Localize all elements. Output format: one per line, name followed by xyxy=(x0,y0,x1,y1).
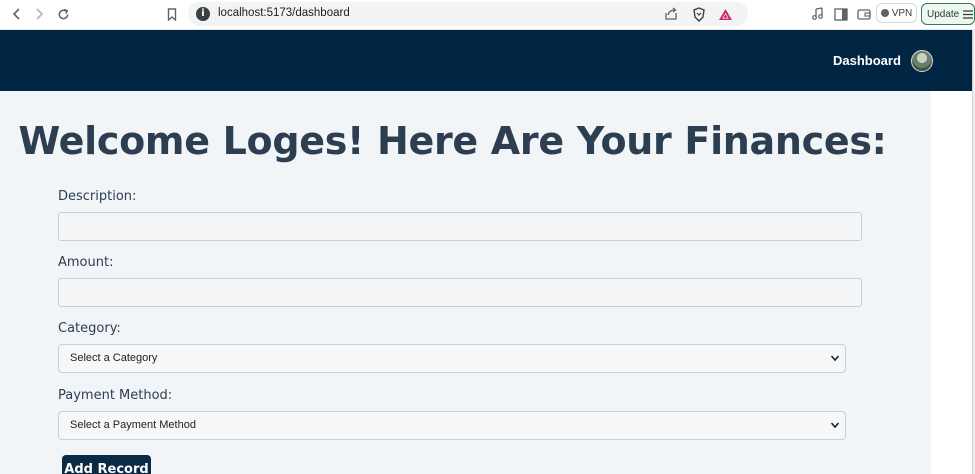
category-selected-value: Select a Category xyxy=(70,352,158,364)
back-icon[interactable] xyxy=(7,5,27,23)
forward-icon[interactable] xyxy=(29,5,49,23)
add-record-button[interactable]: Add Record xyxy=(62,455,151,474)
media-icon[interactable] xyxy=(810,6,826,22)
page-title: Welcome Loges! Here Are Your Finances: xyxy=(18,119,887,163)
category-select[interactable]: Select a Category xyxy=(58,344,846,373)
update-button[interactable]: Update xyxy=(921,3,975,25)
dashboard-link[interactable]: Dashboard xyxy=(833,53,901,68)
chevron-down-icon xyxy=(830,355,840,362)
description-label: Description: xyxy=(58,189,137,204)
browser-toolbar: i localhost:5173/dashboard VPN Update xyxy=(0,0,975,30)
bookmark-icon[interactable] xyxy=(162,5,182,23)
chevron-down-icon xyxy=(830,422,840,429)
avatar[interactable] xyxy=(911,50,933,72)
reload-icon[interactable] xyxy=(53,5,73,23)
payment-selected-value: Select a Payment Method xyxy=(70,419,196,431)
menu-icon xyxy=(963,9,974,19)
payment-method-label: Payment Method: xyxy=(58,388,173,403)
dashboard-main: Welcome Loges! Here Are Your Finances: D… xyxy=(0,91,931,474)
wallet-icon[interactable] xyxy=(856,6,872,22)
amount-input[interactable] xyxy=(58,278,862,307)
category-label: Category: xyxy=(58,321,121,336)
description-input[interactable] xyxy=(58,212,862,241)
share-icon[interactable] xyxy=(663,6,679,22)
sidebar-icon[interactable] xyxy=(833,6,849,22)
page-gutter xyxy=(931,91,972,474)
vpn-button[interactable]: VPN xyxy=(876,3,917,23)
url-text: localhost:5173/dashboard xyxy=(218,7,350,19)
payment-method-select[interactable]: Select a Payment Method xyxy=(58,411,846,440)
site-info-icon[interactable]: i xyxy=(196,7,210,21)
address-bar[interactable]: i localhost:5173/dashboard xyxy=(188,2,748,26)
brave-rewards-icon[interactable] xyxy=(717,6,733,22)
update-label: Update xyxy=(927,8,960,20)
amount-label: Amount: xyxy=(58,255,114,270)
vpn-label: VPN xyxy=(891,7,913,19)
brave-shield-icon[interactable] xyxy=(691,6,707,22)
vpn-status-icon xyxy=(880,9,889,17)
app-header: Dashboard xyxy=(0,30,972,91)
